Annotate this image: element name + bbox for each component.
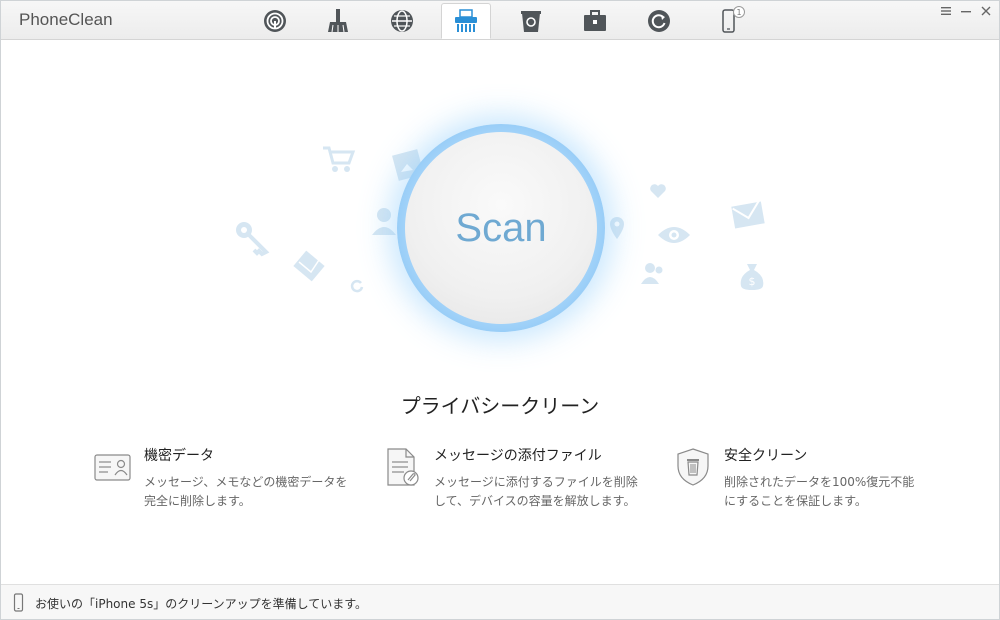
menu-button[interactable] [936,3,956,19]
feature-title: 安全クリーン [724,448,808,464]
phone-icon: 1 [722,6,745,33]
tab-deep-clean[interactable] [313,4,363,38]
app-title: PhoneClean [19,10,113,29]
app-window: PhoneClean 1 $ Scan プライバシークリーン 機密データ メッセ… [0,0,1000,620]
document-attachment-icon [387,448,419,486]
broom-icon [328,9,348,33]
minimize-button[interactable] [956,3,976,19]
money-bag-icon: $ [740,264,764,290]
tab-history[interactable] [634,4,684,38]
location-pin-icon [610,217,624,239]
tab-privacy-clean[interactable] [441,3,491,39]
close-button[interactable] [976,3,996,19]
tab-internet-clean[interactable] [377,4,427,38]
radar-icon [264,10,286,32]
mail-rotated-icon [293,250,325,282]
briefcase-icon [584,10,606,31]
svg-text:$: $ [749,275,756,288]
scan-label: Scan [455,205,547,250]
tab-device[interactable]: 1 [707,4,757,38]
key-icon [236,222,270,257]
mode-title: プライバシークリーン [400,394,600,418]
envelope-icon [731,199,765,229]
tab-toolbox[interactable] [570,4,620,38]
feature-title: メッセージの添付ファイル [434,448,602,464]
feature-description: 削除されたデータを100%復元不能 にすることを保証します。 [724,475,915,508]
small-refresh-icon [350,279,364,293]
tab-silent-clean[interactable] [506,4,556,38]
globe-icon [391,10,413,32]
shredder-icon [455,9,477,32]
close-icon [981,6,991,16]
status-text: お使いの「iPhone 5s」のクリーンアップを準備しています。 [35,597,368,611]
scan-button-ring: Scan [397,124,605,332]
users-icon [641,263,663,284]
cart-icon [323,146,356,172]
main-content: $ Scan プライバシークリーン 機密データ メッセージ、メモなどの機密データ… [1,40,999,584]
menu-icon [941,7,951,15]
feature-title: 機密データ [144,448,214,464]
trash-icon [521,11,541,32]
shield-trash-icon [677,448,709,486]
eye-icon [658,227,690,243]
title-bar: PhoneClean 1 [1,1,999,40]
device-badge: 1 [736,8,741,17]
heart-icon [650,184,666,198]
id-card-icon [94,454,131,481]
refresh-icon [648,10,670,32]
feature-description: メッセージ、メモなどの機密データを 完全に削除します。 [144,475,348,508]
feature-description: メッセージに添付するファイルを削除 して、デバイスの容量を解放します。 [434,475,638,508]
tab-quick-clean[interactable] [250,4,300,38]
minimize-icon [961,11,971,13]
device-status-icon [13,593,24,612]
status-bar: お使いの「iPhone 5s」のクリーンアップを準備しています。 [1,584,999,619]
scan-button[interactable]: Scan [405,132,597,324]
